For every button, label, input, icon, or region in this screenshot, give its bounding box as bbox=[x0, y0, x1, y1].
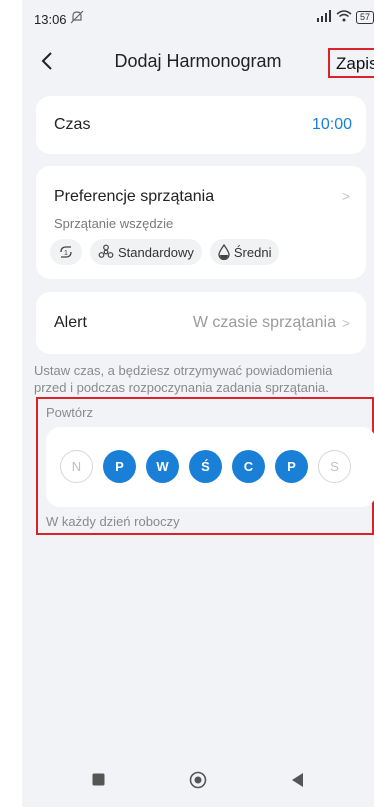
wifi-icon bbox=[336, 10, 352, 25]
time-row[interactable]: Czas 10:00 bbox=[36, 96, 366, 154]
cycle-icon: 1 bbox=[60, 246, 72, 258]
repeat-label: Powtórz bbox=[46, 405, 93, 420]
alert-note: Ustaw czas, a będziesz otrzymywać powiad… bbox=[34, 363, 333, 395]
time-value: 10:00 bbox=[311, 116, 352, 133]
alert-label: Alert bbox=[54, 314, 87, 331]
day-monday[interactable]: P bbox=[103, 450, 136, 483]
home-button[interactable] bbox=[183, 765, 213, 795]
preferences-label: Preferencje sprzątania bbox=[54, 188, 215, 205]
fan-icon bbox=[98, 244, 114, 258]
chevron-right-icon: > bbox=[341, 315, 350, 331]
battery-icon: 57 bbox=[355, 11, 374, 24]
water-label: Średni bbox=[233, 244, 272, 260]
recents-button[interactable] bbox=[83, 765, 113, 795]
water-drop-icon bbox=[218, 244, 230, 260]
day-saturday[interactable]: S bbox=[318, 450, 351, 483]
circle-icon bbox=[189, 771, 207, 788]
day-thursday[interactable]: C bbox=[232, 450, 265, 483]
mute-icon bbox=[70, 10, 84, 27]
preferences-subtitle: Sprzątanie wszędzie bbox=[54, 216, 174, 231]
save-button[interactable]: Zapis bbox=[328, 48, 374, 78]
chip-suction: Standardowy bbox=[90, 239, 202, 265]
suction-label: Standardowy bbox=[118, 244, 194, 260]
chip-cycle: 1 bbox=[50, 239, 82, 265]
day-tuesday[interactable]: W bbox=[146, 450, 179, 483]
system-nav-bar bbox=[22, 752, 374, 807]
page-title: Dodaj Harmonogram bbox=[114, 51, 282, 71]
alert-row[interactable]: Alert W czasie sprzątania > bbox=[36, 292, 366, 354]
back-nav-button[interactable] bbox=[283, 765, 313, 795]
preference-chips: 1 Standardowy Średni bbox=[50, 239, 280, 265]
alert-value: W czasie sprzątania bbox=[192, 314, 336, 331]
status-icons: 57 bbox=[316, 10, 374, 25]
repeat-section: Powtórz N P W Ś C P S W każdy dzień robo… bbox=[36, 397, 374, 535]
time-label: Czas bbox=[54, 116, 91, 133]
status-bar: 13:06 57 bbox=[22, 0, 374, 38]
top-bar: Dodaj Harmonogram Zapis bbox=[22, 40, 374, 84]
status-time: 13:06 bbox=[34, 12, 67, 27]
day-wednesday[interactable]: Ś bbox=[189, 450, 222, 483]
square-icon bbox=[92, 773, 104, 786]
repeat-hint: W każdy dzień roboczy bbox=[46, 514, 180, 529]
app-screen: 13:06 57 Dodaj Harmonogram Zapis Czas 10… bbox=[22, 0, 374, 807]
day-sunday[interactable]: N bbox=[60, 450, 93, 483]
chip-water: Średni bbox=[209, 239, 280, 265]
svg-text:1: 1 bbox=[64, 250, 68, 257]
signal-icon bbox=[316, 10, 332, 25]
day-friday[interactable]: P bbox=[275, 450, 308, 483]
day-selector: N P W Ś C P S bbox=[60, 450, 351, 483]
chevron-right-icon: > bbox=[341, 188, 350, 204]
triangle-back-icon bbox=[292, 772, 303, 787]
days-card: N P W Ś C P S bbox=[46, 427, 374, 507]
cleaning-preferences-row[interactable]: Preferencje sprzątania > Sprzątanie wszę… bbox=[36, 166, 366, 279]
